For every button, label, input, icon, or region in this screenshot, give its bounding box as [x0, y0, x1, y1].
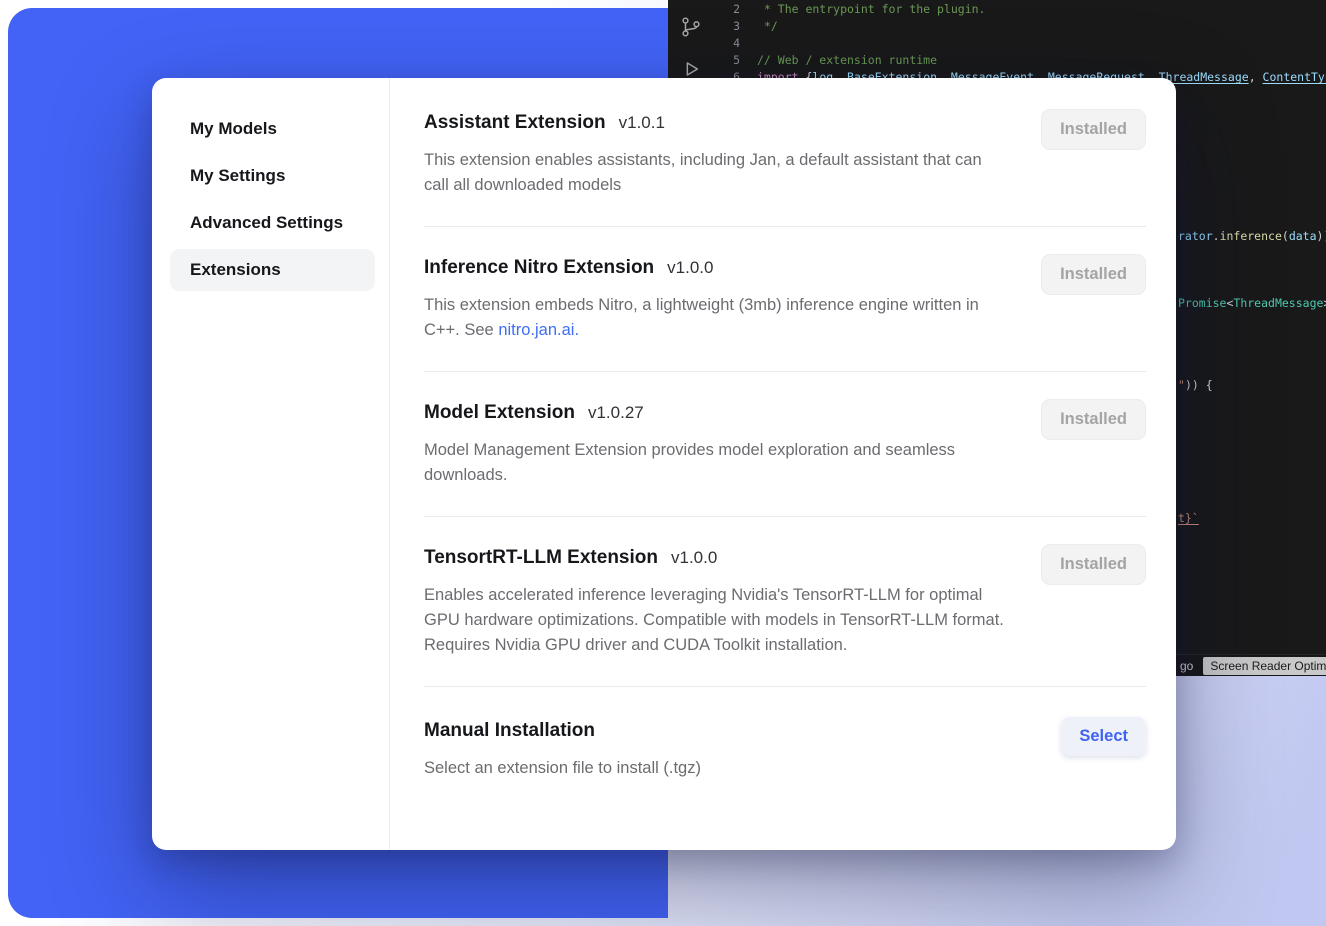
extension-section-model-extension: Model Extension v1.0.27 Model Management E… — [424, 372, 1146, 517]
extension-description: Enables accelerated inference leveraging… — [424, 583, 1004, 658]
extension-title: TensortRT-LLM Extension — [424, 544, 658, 572]
extension-title: Assistant Extension — [424, 109, 606, 137]
extension-section-assistant-extension: Assistant Extension v1.0.1 This extension … — [424, 78, 1146, 227]
sidebar-item-advanced-settings[interactable]: Advanced Settings — [170, 202, 375, 244]
extension-version: v1.0.27 — [588, 403, 644, 423]
extension-description: Model Management Extension provides mode… — [424, 438, 1004, 488]
code-token: rator — [1178, 229, 1213, 243]
extension-title: Inference Nitro Extension — [424, 254, 654, 282]
code-fragment: ")) { — [1178, 378, 1213, 393]
manual-installation-description: Select an extension file to install (.tg… — [424, 756, 701, 781]
sidebar-item-extensions[interactable]: Extensions — [170, 249, 375, 291]
extension-version: v1.0.0 — [667, 258, 713, 278]
installed-button-inference-nitro-extension[interactable]: Installed — [1041, 254, 1146, 295]
extension-description: This extension enables assistants, inclu… — [424, 148, 1004, 198]
extension-section-inference-nitro-extension: Inference Nitro Extension v1.0.0 This exte… — [424, 227, 1146, 372]
extension-title: Model Extension — [424, 399, 575, 427]
manual-installation-title: Manual Installation — [424, 717, 595, 745]
code-fragment: rator.inference(data)); — [1178, 229, 1326, 244]
code-token: . — [1213, 229, 1220, 243]
sidebar-item-my-settings[interactable]: My Settings — [170, 155, 375, 197]
extension-section-tensortrt-llm-extension: TensortRT-LLM Extension v1.0.0 Enables acc… — [424, 517, 1146, 687]
nitro-jan-ai-link[interactable]: nitro.jan.ai. — [498, 321, 579, 339]
extension-description: This extension embeds Nitro, a lightweig… — [424, 293, 1004, 343]
extension-version: v1.0.1 — [619, 113, 665, 133]
code-fragment: Promise<ThreadMessage> — [1178, 296, 1326, 311]
installed-button-assistant-extension[interactable]: Installed — [1041, 109, 1146, 150]
code-token: )); — [1317, 229, 1326, 243]
code-fragment: t}` — [1178, 511, 1199, 526]
settings-modal: My Models My Settings Advanced Settings Ext… — [152, 78, 1176, 850]
installed-button-tensortrt-llm-extension[interactable]: Installed — [1041, 544, 1146, 585]
select-extension-file-button[interactable]: Select — [1061, 717, 1146, 756]
code-token: data — [1289, 229, 1317, 243]
installed-button-model-extension[interactable]: Installed — [1041, 399, 1146, 440]
status-bar-text: go — [1180, 659, 1193, 673]
code-token: )) { — [1185, 378, 1213, 392]
extension-version: v1.0.0 — [671, 548, 717, 568]
sidebar-item-my-models[interactable]: My Models — [170, 108, 375, 150]
extensions-panel: Assistant Extension v1.0.1 This extension … — [390, 78, 1176, 850]
settings-nav: My Models My Settings Advanced Settings Ext… — [152, 78, 390, 850]
screen-reader-chip[interactable]: Screen Reader Optimized — [1203, 657, 1326, 675]
code-token: inference — [1220, 229, 1282, 243]
code-token: ( — [1282, 229, 1289, 243]
code-token: Promise — [1178, 296, 1226, 310]
code-token: t}` — [1178, 511, 1199, 525]
code-token: ThreadMessage — [1233, 296, 1323, 310]
extensions-list: Assistant Extension v1.0.1 This extension … — [424, 78, 1146, 687]
code-token: " — [1178, 378, 1185, 392]
manual-installation-section: Manual Installation Select an extension … — [424, 687, 1146, 809]
